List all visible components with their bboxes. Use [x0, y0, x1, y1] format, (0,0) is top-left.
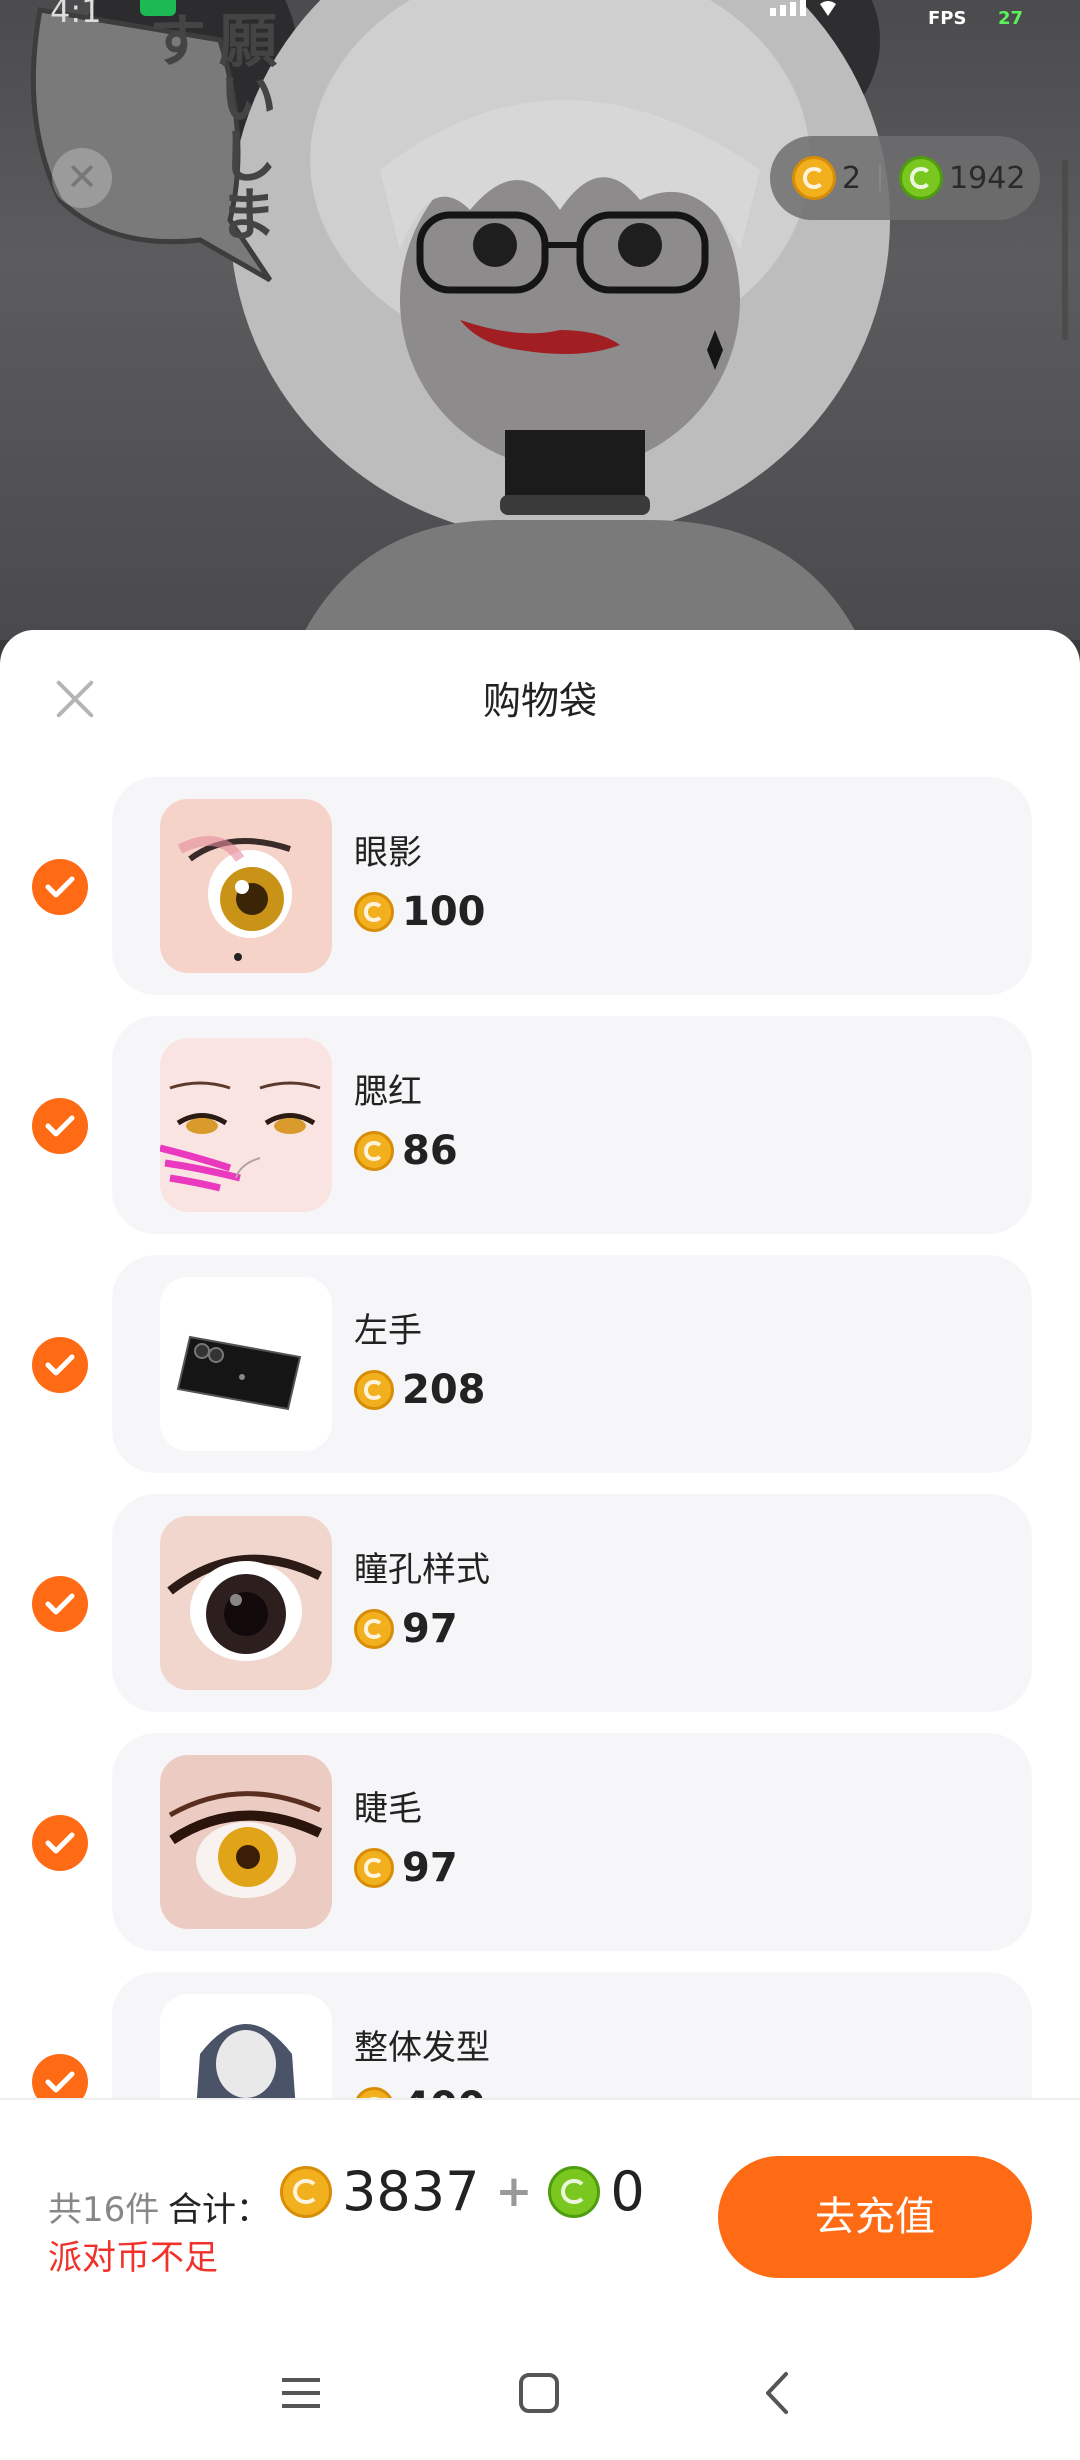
- recharge-button[interactable]: 去充值: [718, 2156, 1032, 2278]
- item-price: 97: [354, 1845, 458, 1891]
- item-card[interactable]: 左手 208: [112, 1255, 1032, 1473]
- home-icon[interactable]: [516, 2370, 562, 2416]
- cart-list[interactable]: 眼影 100 腮红 86 左手 208 瞳孔样式 97 睫毛 97 整体发型: [0, 777, 1080, 2100]
- balance-pill[interactable]: 2 1942: [770, 136, 1040, 220]
- total-amount: 3837 + 0: [280, 2160, 645, 2223]
- speech-text: 願いします: [139, 10, 277, 242]
- item-name: 睫毛: [354, 1789, 422, 1829]
- green-coin-icon: [548, 2165, 601, 2218]
- green-total: 0: [610, 2160, 645, 2223]
- checkbox-checked-icon[interactable]: [32, 1576, 88, 1632]
- item-card[interactable]: 瞳孔样式 97: [112, 1494, 1032, 1712]
- item-price: 208: [354, 1367, 486, 1413]
- gold-balance: 2: [842, 160, 862, 196]
- checkbox-checked-icon[interactable]: [32, 1098, 88, 1154]
- price-value: 97: [402, 1606, 458, 1652]
- item-price: 86: [354, 1128, 458, 1174]
- checkout-footer: 共16件 合计： 3837 + 0 派对币不足 去充值: [0, 2098, 1080, 2460]
- item-card[interactable]: 睫毛 97: [112, 1733, 1032, 1951]
- menu-icon[interactable]: [278, 2370, 324, 2416]
- plus-sign: +: [495, 2166, 533, 2217]
- cart-item[interactable]: 瞳孔样式 97: [0, 1494, 1080, 1733]
- checkbox-checked-icon[interactable]: [32, 1815, 88, 1871]
- item-name: 瞳孔样式: [354, 1550, 490, 1590]
- insufficient-balance-warning: 派对币不足: [48, 2238, 218, 2278]
- back-icon[interactable]: [756, 2370, 802, 2416]
- checkbox-checked-icon[interactable]: [32, 1337, 88, 1393]
- cart-item[interactable]: 左手 208: [0, 1255, 1080, 1494]
- cart-item[interactable]: 整体发型 400: [0, 1972, 1080, 2100]
- item-price: 100: [354, 889, 486, 935]
- fps-label: FPS: [928, 8, 967, 29]
- checkbox-checked-icon[interactable]: [32, 859, 88, 915]
- sheet-title: 购物袋: [482, 679, 597, 723]
- cart-item[interactable]: 睫毛 97: [0, 1733, 1080, 1972]
- item-name: 整体发型: [354, 2028, 490, 2068]
- hairstyle-thumbnail: [160, 1994, 332, 2100]
- speech-bubble: 願いします: [30, 0, 277, 270]
- price-value: 97: [402, 1845, 458, 1891]
- item-card[interactable]: 腮红 86: [112, 1016, 1032, 1234]
- green-coin-icon: [899, 156, 944, 200]
- price-value: 86: [402, 1128, 458, 1174]
- gold-coin-icon: [354, 1370, 394, 1410]
- eyelash-thumbnail: [160, 1755, 332, 1929]
- phone-thumbnail: [160, 1277, 332, 1451]
- cart-item[interactable]: 腮红 86: [0, 1016, 1080, 1255]
- system-nav-bar: [0, 2370, 1080, 2460]
- signal-icon: [770, 0, 836, 16]
- gold-coin-icon: [354, 892, 394, 932]
- price-value: 100: [402, 889, 486, 935]
- close-bubble-button[interactable]: ✕: [52, 148, 112, 208]
- gold-coin-icon: [792, 156, 836, 200]
- item-card[interactable]: 整体发型 400: [112, 1972, 1032, 2100]
- avatar-scene: 4:1 FPS 27 願いします ✕ 2 1942: [0, 0, 1080, 640]
- price-value: 208: [402, 1367, 486, 1413]
- item-count: 共16件: [48, 2190, 160, 2230]
- item-price: 97: [354, 1606, 458, 1652]
- item-name: 眼影: [354, 833, 422, 873]
- total-label: 合计：: [168, 2190, 270, 2230]
- green-balance: 1942: [949, 160, 1026, 196]
- blush-face-thumbnail: [160, 1038, 332, 1212]
- gold-coin-icon: [354, 1131, 394, 1171]
- checkbox-checked-icon[interactable]: [32, 2054, 88, 2100]
- gold-total: 3837: [342, 2160, 480, 2223]
- item-name: 腮红: [354, 1072, 422, 1112]
- gold-coin-icon: [354, 1609, 394, 1649]
- sheet-header: 购物袋: [0, 630, 1080, 765]
- cart-item[interactable]: 眼影 100: [0, 777, 1080, 1016]
- item-card[interactable]: 眼影 100: [112, 777, 1032, 995]
- scroll-indicator: [1062, 160, 1068, 340]
- fps-value: 27: [998, 8, 1024, 29]
- pupil-thumbnail: [160, 1516, 332, 1690]
- gold-coin-icon: [280, 2165, 332, 2218]
- divider: [879, 165, 882, 191]
- gold-coin-icon: [354, 1848, 394, 1888]
- eye-makeup-thumbnail: [160, 799, 332, 973]
- item-name: 左手: [354, 1311, 422, 1351]
